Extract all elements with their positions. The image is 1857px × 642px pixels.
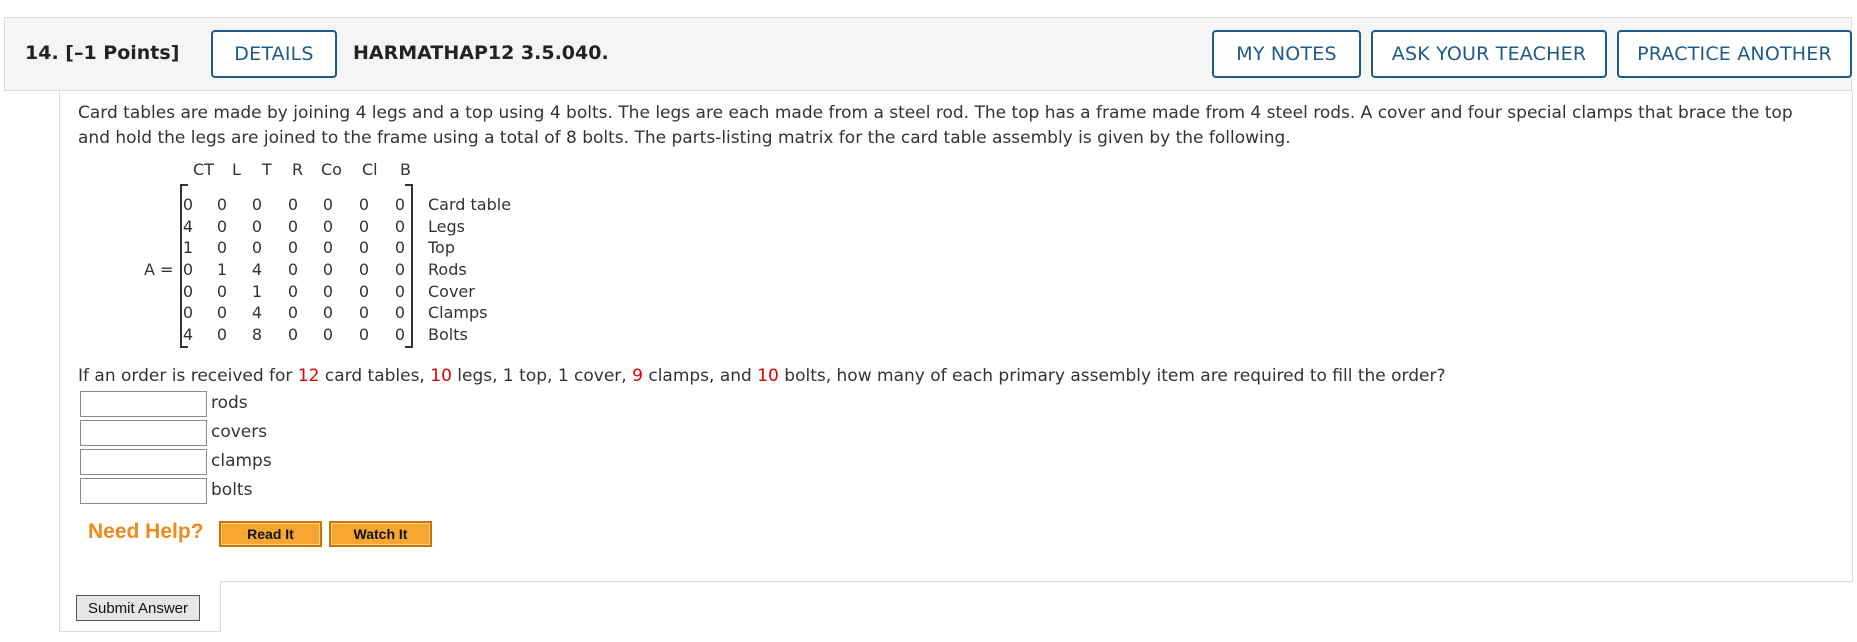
matrix-cell: 0 (394, 217, 406, 236)
matrix-row-label: Clamps (428, 303, 488, 322)
matrix-cell: 4 (251, 260, 263, 279)
order-question: If an order is received for 12 card tabl… (78, 366, 1446, 386)
matrix-cell: 4 (182, 217, 194, 236)
matrix-cell: 1 (251, 282, 263, 301)
matrix-cell: 0 (358, 217, 370, 236)
matrix-column-header: R (292, 160, 304, 179)
matrix-cell: 0 (182, 282, 194, 301)
matrix-cell: 0 (394, 238, 406, 257)
matrix-column-header: Co (321, 160, 342, 179)
matrix-row-label: Cover (428, 282, 475, 301)
rods-input[interactable] (80, 391, 207, 417)
question-number: 14. [–1 Points] (25, 42, 180, 64)
matrix-row-label: Card table (428, 195, 512, 214)
matrix-cell: 0 (182, 303, 194, 322)
matrix-cell: 0 (322, 325, 334, 344)
practice-another-button[interactable]: PRACTICE ANOTHER (1617, 30, 1852, 78)
covers-input[interactable] (80, 420, 207, 446)
matrix-cell: 0 (394, 325, 406, 344)
matrix-cell: 1 (182, 238, 194, 257)
matrix-cell: 0 (251, 238, 263, 257)
matrix-cell: 0 (358, 238, 370, 257)
matrix-cell: 0 (287, 325, 299, 344)
need-help-label: Need Help? (88, 520, 204, 543)
matrix-column-header: CT (193, 160, 214, 179)
matrix-cell: 0 (322, 238, 334, 257)
matrix-row-label: Top (428, 238, 455, 257)
matrix-cell: 0 (358, 303, 370, 322)
matrix-column-header: T (262, 160, 272, 179)
matrix-cell: 0 (358, 195, 370, 214)
rods-label: rods (211, 393, 248, 413)
matrix-column-header: B (400, 160, 411, 179)
problem-statement: Card tables are made by joining 4 legs a… (78, 103, 1793, 148)
matrix-cell: 8 (251, 325, 263, 344)
matrix-cell: 0 (251, 195, 263, 214)
matrix-column-header: Cl (362, 160, 378, 179)
matrix-cell: 0 (322, 282, 334, 301)
matrix-cell: 0 (287, 238, 299, 257)
matrix-cell: 0 (287, 195, 299, 214)
watch-it-button[interactable]: Watch It (329, 521, 432, 547)
matrix-cell: 0 (216, 195, 228, 214)
matrix-cell: 0 (216, 217, 228, 236)
matrix-column-header: L (232, 160, 241, 179)
matrix-cell: 0 (358, 325, 370, 344)
matrix-cell: 0 (287, 260, 299, 279)
covers-label: covers (211, 422, 268, 442)
highlight-number: 9 (632, 366, 643, 386)
matrix-cell: 4 (182, 325, 194, 344)
highlight-number: 10 (757, 366, 779, 386)
bolts-label: bolts (211, 480, 253, 500)
matrix-cell: 1 (216, 260, 228, 279)
question-header: 14. [–1 Points] DETAILS HARMATHAP12 3.5.… (4, 17, 1852, 91)
matrix-cell: 0 (216, 325, 228, 344)
matrix-cell: 0 (216, 238, 228, 257)
matrix-cell: 0 (216, 282, 228, 301)
matrix-cell: 4 (251, 303, 263, 322)
matrix-cell: 0 (322, 260, 334, 279)
matrix-cell: 0 (287, 282, 299, 301)
matrix-row-label: Bolts (428, 325, 468, 344)
matrix-cell: 0 (182, 195, 194, 214)
matrix-cell: 0 (394, 282, 406, 301)
matrix-name-label: A = (144, 260, 174, 279)
ask-your-teacher-button[interactable]: ASK YOUR TEACHER (1371, 30, 1607, 78)
my-notes-button[interactable]: MY NOTES (1212, 30, 1361, 78)
clamps-input[interactable] (80, 449, 207, 475)
matrix-row-label: Legs (428, 217, 465, 236)
matrix-cell: 0 (322, 303, 334, 322)
matrix-cell: 0 (251, 217, 263, 236)
matrix-cell: 0 (394, 303, 406, 322)
details-button[interactable]: DETAILS (211, 30, 337, 78)
matrix-cell: 0 (287, 303, 299, 322)
matrix-cell: 0 (394, 195, 406, 214)
matrix-cell: 0 (358, 260, 370, 279)
matrix-cell: 0 (322, 195, 334, 214)
highlight-number: 12 (297, 366, 320, 386)
matrix-cell: 0 (216, 303, 228, 322)
bolts-input[interactable] (80, 478, 207, 504)
matrix-cell: 0 (322, 217, 334, 236)
matrix-cell: 0 (287, 217, 299, 236)
matrix-cell: 0 (358, 282, 370, 301)
question-code: HARMATHAP12 3.5.040. (353, 42, 609, 64)
matrix-row-label: Rods (428, 260, 467, 279)
matrix-cell: 0 (394, 260, 406, 279)
read-it-button[interactable]: Read It (219, 521, 322, 547)
highlight-number: 10 (430, 366, 452, 386)
clamps-label: clamps (211, 451, 272, 471)
matrix-cell: 0 (182, 260, 194, 279)
submit-answer-button[interactable]: Submit Answer (76, 595, 200, 621)
